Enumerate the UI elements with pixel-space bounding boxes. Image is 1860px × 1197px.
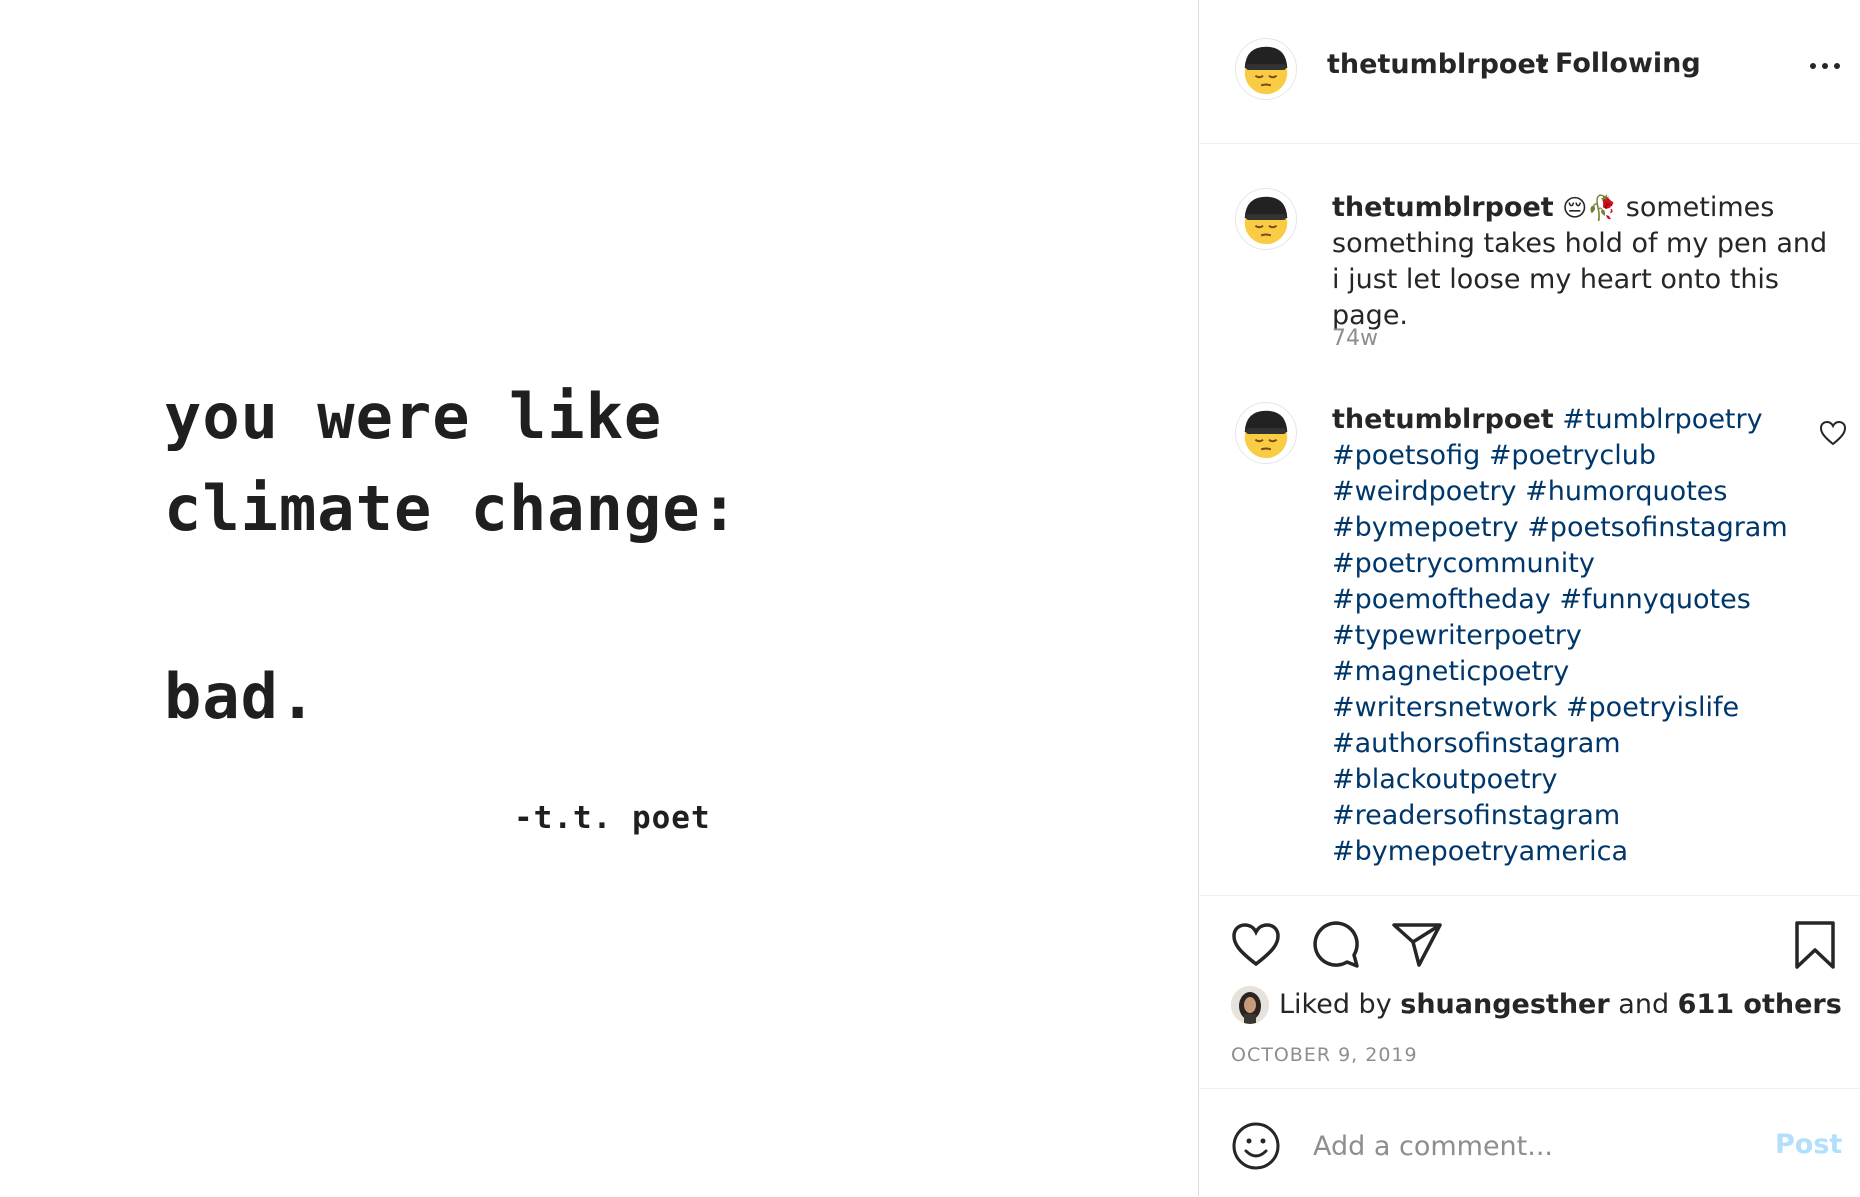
hashtag-link[interactable]: #readersofinstagram xyxy=(1332,800,1620,831)
comment-avatar[interactable] xyxy=(1235,402,1297,464)
author-avatar[interactable] xyxy=(1235,38,1297,100)
likes-prefix: Liked by xyxy=(1279,989,1392,1020)
following-button[interactable]: Following xyxy=(1555,48,1701,79)
comment-username[interactable]: thetumblrpoet xyxy=(1332,404,1554,435)
poem-line-3: bad. xyxy=(164,660,318,733)
likes-connector: and xyxy=(1618,989,1670,1020)
hashtag-link[interactable]: #bymepoetry xyxy=(1332,512,1519,543)
caption-emojis: 😔🥀 xyxy=(1562,194,1618,222)
share-paper-plane-icon[interactable] xyxy=(1391,920,1443,968)
hashtag-link[interactable]: #blackoutpoetry xyxy=(1332,764,1557,795)
pensive-face-icon xyxy=(1244,196,1288,245)
poem-line-2: climate change: xyxy=(164,472,739,545)
post-image[interactable]: you were like climate change: bad. -t.t.… xyxy=(0,0,1198,1196)
hashtag-link[interactable]: #poetryislife xyxy=(1566,692,1739,723)
caption-timestamp[interactable]: 74w xyxy=(1332,326,1378,351)
hashtag-link[interactable]: #poetsofinstagram xyxy=(1527,512,1787,543)
like-heart-icon[interactable] xyxy=(1231,922,1281,968)
hashtag-link[interactable]: #humorquotes xyxy=(1525,476,1727,507)
bookmark-save-icon[interactable] xyxy=(1793,920,1837,970)
post-comment-button[interactable]: Post xyxy=(1775,1129,1842,1160)
hashtag-link[interactable]: #bymepoetryamerica xyxy=(1332,836,1628,867)
more-options-icon[interactable] xyxy=(1807,56,1843,76)
poem-signature: -t.t. poet xyxy=(514,800,711,836)
caption: thetumblrpoet 😔🥀 sometimes something tak… xyxy=(1332,190,1832,334)
add-comment-bar: Post xyxy=(1199,1088,1860,1197)
post-date[interactable]: OCTOBER 9, 2019 xyxy=(1231,1044,1418,1066)
hashtag-comment: thetumblrpoet #tumblrpoetry #poetsofig #… xyxy=(1332,402,1792,870)
comment-bubble-icon[interactable] xyxy=(1311,920,1361,970)
emoji-smiley-icon[interactable] xyxy=(1231,1121,1281,1171)
hashtag-link[interactable]: #authorsofinstagram xyxy=(1332,728,1621,759)
post-sidebar: thetumblrpoet • Following thetumblrpoet … xyxy=(1198,0,1860,1196)
actions-divider xyxy=(1199,895,1860,897)
comment-like-icon[interactable] xyxy=(1819,420,1847,446)
person-avatar-icon xyxy=(1231,986,1269,1024)
poem-line-1: you were like xyxy=(164,380,663,453)
header-separator: • xyxy=(1535,50,1551,80)
pensive-face-icon xyxy=(1244,46,1288,95)
post-header: thetumblrpoet • Following xyxy=(1199,0,1860,144)
hashtag-link[interactable]: #poetsofig xyxy=(1332,440,1480,471)
hashtag-link[interactable]: #weirdpoetry xyxy=(1332,476,1517,507)
hashtag-link[interactable]: #writersnetwork xyxy=(1332,692,1557,723)
hashtag-link[interactable]: #funnyquotes xyxy=(1559,584,1750,615)
hashtag-link[interactable]: #poetryclub xyxy=(1489,440,1656,471)
likes-summary: Liked by shuangesther and 611 others xyxy=(1279,989,1842,1020)
hashtag-link[interactable]: #tumblrpoetry xyxy=(1562,404,1762,435)
pensive-face-icon xyxy=(1244,410,1288,459)
hashtag-link[interactable]: #magneticpoetry xyxy=(1332,656,1569,687)
caption-avatar[interactable] xyxy=(1235,188,1297,250)
caption-username[interactable]: thetumblrpoet xyxy=(1332,192,1554,223)
likes-others-link[interactable]: 611 others xyxy=(1678,989,1842,1020)
hashtag-link[interactable]: #poemoftheday xyxy=(1332,584,1551,615)
hashtag-link[interactable]: #typewriterpoetry xyxy=(1332,620,1582,651)
comment-input[interactable] xyxy=(1311,1117,1755,1175)
liker-avatar[interactable] xyxy=(1231,986,1269,1024)
liker-username[interactable]: shuangesther xyxy=(1400,989,1609,1020)
author-username[interactable]: thetumblrpoet xyxy=(1327,49,1549,80)
hashtag-link[interactable]: #poetrycommunity xyxy=(1332,548,1595,579)
